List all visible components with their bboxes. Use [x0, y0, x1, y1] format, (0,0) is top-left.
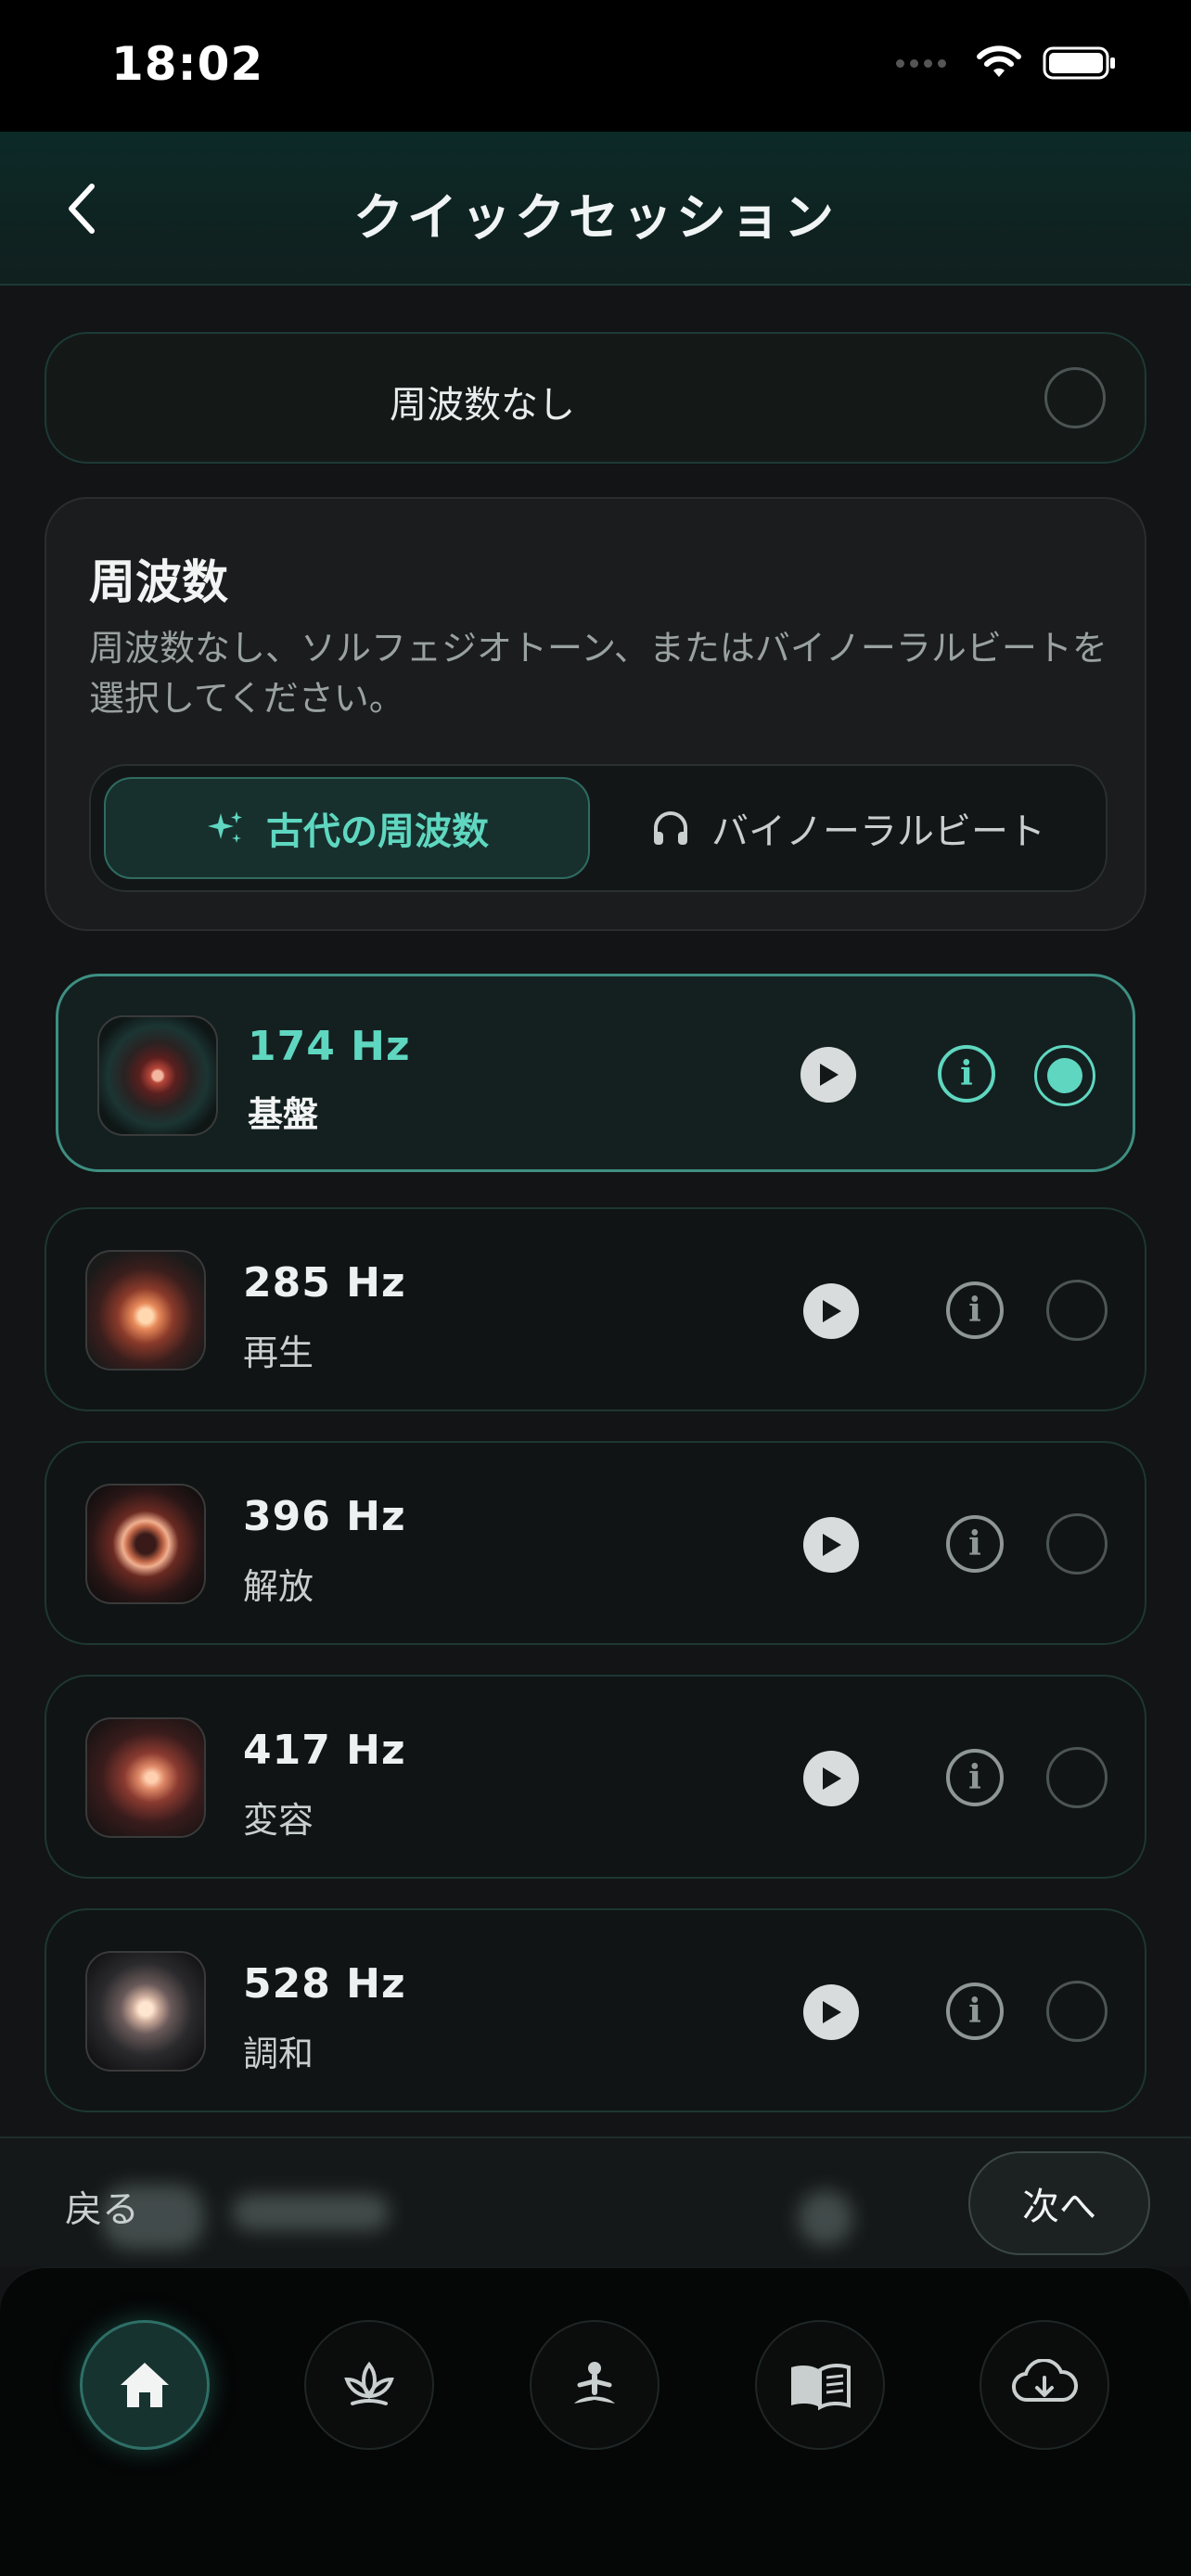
- frequency-row-528[interactable]: 528 Hz 調和 i: [45, 1908, 1146, 2112]
- info-icon: i: [960, 1054, 973, 1093]
- frequency-radio[interactable]: [1034, 1045, 1095, 1106]
- frequency-row-285[interactable]: 285 Hz 再生 i: [45, 1207, 1146, 1411]
- wifi-icon: [977, 45, 1021, 77]
- play-button[interactable]: [803, 1984, 859, 2040]
- no-frequency-radio[interactable]: [1044, 367, 1106, 428]
- info-button[interactable]: i: [946, 1515, 1004, 1573]
- frequency-artwork: [85, 1951, 206, 2072]
- info-button[interactable]: i: [946, 1749, 1004, 1806]
- battery-icon: [1043, 46, 1115, 80]
- tab-ancient-frequencies[interactable]: 古代の周波数: [104, 777, 590, 879]
- back-text-button[interactable]: 戻る: [65, 2179, 139, 2233]
- status-icons: [896, 45, 1117, 82]
- play-icon: [823, 1767, 841, 1790]
- frequency-name: 変容: [243, 1800, 314, 1841]
- frequency-radio[interactable]: [1046, 1981, 1108, 2042]
- play-button[interactable]: [800, 1047, 856, 1103]
- status-time: 18:02: [111, 37, 264, 91]
- tab-ancient-frequencies-label: 古代の周波数: [266, 810, 489, 853]
- info-button[interactable]: i: [946, 1282, 1004, 1339]
- scroll-content-blur: [83, 2175, 1104, 2259]
- frequency-row-174[interactable]: 174 Hz 基盤 i: [56, 974, 1135, 1172]
- tab-bar: [0, 2266, 1191, 2576]
- tab-binaural-beats[interactable]: バイノーラルビート: [599, 777, 1096, 879]
- sparkles-icon: [208, 811, 242, 843]
- play-button[interactable]: [803, 1517, 859, 1573]
- frequency-row-417[interactable]: 417 Hz 変容 i: [45, 1675, 1146, 1879]
- tab-binaural-beats-label: バイノーラルビート: [711, 810, 1045, 853]
- headphones-icon: [654, 811, 687, 845]
- frequency-hz: 417 Hz: [243, 1727, 406, 1774]
- info-button[interactable]: i: [938, 1045, 995, 1103]
- page-title: クイックセッション: [353, 188, 838, 247]
- info-icon: i: [968, 1758, 981, 1797]
- status-bar: 18:02: [0, 0, 1191, 132]
- frequency-name: 再生: [243, 1333, 314, 1373]
- info-button[interactable]: i: [946, 1983, 1004, 2040]
- play-icon: [823, 1534, 841, 1556]
- section-title: 周波数: [89, 555, 228, 609]
- nav-header: クイックセッション: [0, 132, 1191, 286]
- cellular-signal-icon: [896, 58, 946, 68]
- tab-library[interactable]: [755, 2320, 885, 2450]
- frequency-artwork: [85, 1484, 206, 1604]
- cloud-download-icon: [1011, 2359, 1079, 2403]
- frequency-hz: 528 Hz: [243, 1960, 406, 2008]
- frequency-artwork: [85, 1717, 206, 1838]
- home-icon: [121, 2363, 169, 2407]
- play-icon: [823, 1300, 841, 1322]
- section-description: 周波数なし、ソルフェジオトーン、またはバイノーラルビートを選択してください。: [89, 628, 1108, 719]
- frequency-name: 解放: [243, 1566, 314, 1607]
- tab-home[interactable]: [80, 2320, 210, 2450]
- no-frequency-label: 周波数なし: [390, 384, 575, 427]
- frequency-type-segmented-control: 古代の周波数 バイノーラルビート: [89, 764, 1108, 892]
- info-icon: i: [968, 1291, 981, 1330]
- bottom-action-bar: 戻る 次へ: [0, 2136, 1191, 2266]
- frequency-radio[interactable]: [1046, 1280, 1108, 1341]
- frequency-hz: 396 Hz: [243, 1493, 406, 1540]
- play-icon: [823, 2001, 841, 2023]
- next-button[interactable]: 次へ: [968, 2151, 1150, 2255]
- play-button[interactable]: [803, 1283, 859, 1339]
- play-icon: [820, 1064, 839, 1086]
- tab-lotus[interactable]: [304, 2320, 434, 2450]
- frequency-radio[interactable]: [1046, 1747, 1108, 1808]
- frequency-section: 周波数 周波数なし、ソルフェジオトーン、またはバイノーラルビートを選択してくださ…: [45, 497, 1146, 931]
- tab-meditation[interactable]: [530, 2320, 660, 2450]
- frequency-hz: 285 Hz: [243, 1259, 406, 1307]
- meditation-icon: [574, 2362, 615, 2404]
- lotus-icon: [344, 2361, 394, 2405]
- frequency-name: 基盤: [248, 1094, 319, 1135]
- frequency-artwork: [97, 1015, 218, 1136]
- info-icon: i: [968, 1524, 981, 1563]
- frequency-row-396[interactable]: 396 Hz 解放 i: [45, 1441, 1146, 1645]
- frequency-radio[interactable]: [1046, 1513, 1108, 1575]
- frequency-artwork: [85, 1250, 206, 1371]
- no-frequency-option[interactable]: 周波数なし: [45, 332, 1146, 464]
- book-icon: [791, 2364, 851, 2411]
- tab-downloads[interactable]: [980, 2320, 1109, 2450]
- frequency-name: 調和: [243, 2034, 314, 2074]
- frequency-hz: 174 Hz: [248, 1023, 411, 1070]
- play-button[interactable]: [803, 1751, 859, 1806]
- info-icon: i: [968, 1992, 981, 2031]
